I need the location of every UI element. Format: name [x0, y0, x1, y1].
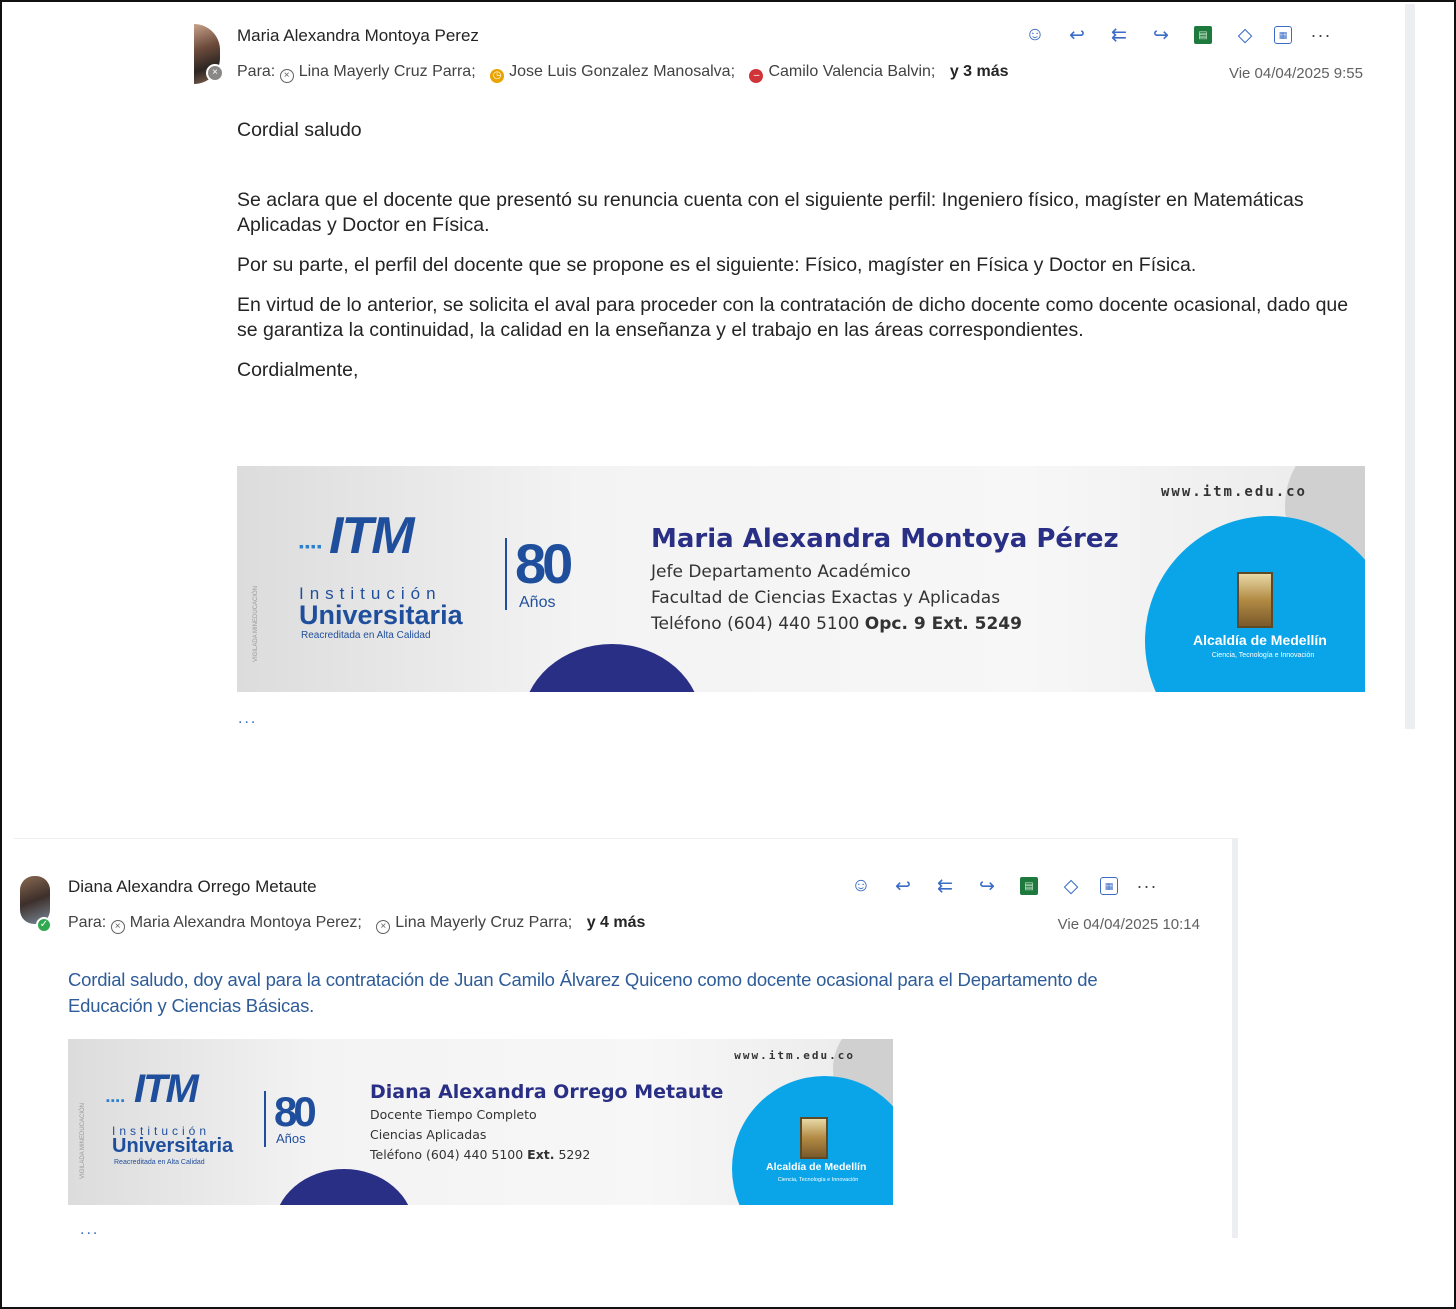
signature-name: Diana Alexandra Orrego Metaute: [370, 1081, 724, 1103]
sender-name[interactable]: Maria Alexandra Montoya Perez: [237, 26, 479, 46]
itm-logo-dots: ▪▪▪▪: [106, 1095, 126, 1107]
email-message-2: ✓ Diana Alexandra Orrego Metaute ☺ ↩ ⇇ ↪…: [14, 838, 1238, 1238]
blocked-icon: ×: [110, 920, 125, 934]
excel-icon[interactable]: ▤: [1020, 877, 1038, 895]
excel-icon[interactable]: ▤: [1194, 26, 1212, 44]
greeting: Cordial saludo: [237, 119, 362, 141]
paragraph: Por su parte, el perfil del docente que …: [237, 254, 1197, 276]
signature-banner: VIGILADA MINEDUCACIÓN www.itm.edu.co ▪▪▪…: [68, 1039, 893, 1205]
recipients-line: Para: × Lina Mayerly Cruz Parra; ◷ Jose Lu…: [237, 63, 1009, 83]
vertical-mark: VIGILADA MINEDUCACIÓN: [80, 1102, 86, 1179]
message-body: Cordial saludo Se aclara que el docente …: [237, 118, 1357, 398]
more-recipients-link[interactable]: y 3 más: [950, 63, 1009, 80]
recipient[interactable]: – Camilo Valencia Balvin;: [749, 63, 935, 83]
signature-name: Maria Alexandra Montoya Pérez: [651, 524, 1119, 554]
medellin-shield-icon: [1237, 572, 1273, 628]
busy-icon: –: [749, 69, 764, 83]
alcaldia-text: Alcaldía de Medellín: [766, 1161, 867, 1173]
apps-icon[interactable]: ▦: [1274, 26, 1292, 44]
message-date: Vie 04/04/2025 9:55: [1228, 65, 1363, 82]
alcaldia-text: Alcaldía de Medellín: [1193, 632, 1327, 648]
forward-icon[interactable]: ↪: [974, 873, 1000, 899]
email-message-1: × Maria Alexandra Montoya Perez ☺ ↩ ⇇ ↪ …: [190, 4, 1415, 729]
vertical-mark: VIGILADA MINEDUCACIÓN: [253, 585, 259, 662]
presence-offline-icon: ×: [206, 64, 224, 82]
paragraph: Se aclara que el docente que presentó su…: [237, 189, 1304, 236]
closing: Cordialmente,: [237, 359, 359, 381]
itm-logo: ITM: [134, 1067, 199, 1111]
alcaldia-subtext: Ciencia, Tecnología e Innovación: [1211, 652, 1315, 659]
recipient[interactable]: × Lina Mayerly Cruz Parra;: [376, 914, 572, 934]
medellin-shield-icon: [800, 1117, 828, 1159]
more-icon[interactable]: ···: [1134, 873, 1160, 899]
itm-logo-dots: ▪▪▪▪: [299, 538, 323, 554]
smiley-icon[interactable]: ☺: [848, 873, 874, 899]
alcaldia-subtext: Ciencia, Tecnología e Innovación: [777, 1177, 859, 1183]
recipient[interactable]: × Maria Alexandra Montoya Perez;: [110, 914, 362, 934]
message-body: Cordial saludo, doy aval para la contrat…: [68, 969, 1098, 1016]
reply-all-icon[interactable]: ⇇: [1106, 22, 1132, 48]
apps-icon[interactable]: ▦: [1100, 877, 1118, 895]
decor-shape: [274, 1169, 414, 1205]
signature-faculty: Ciencias Aplicadas: [370, 1127, 487, 1142]
smiley-icon[interactable]: ☺: [1022, 22, 1048, 48]
anniversary-label: Años: [276, 1131, 306, 1146]
more-icon[interactable]: ···: [1308, 22, 1334, 48]
away-clock-icon: ◷: [490, 69, 505, 83]
sender-name[interactable]: Diana Alexandra Orrego Metaute: [68, 877, 317, 897]
paragraph: En virtud de lo anterior, se solicita el…: [237, 294, 1349, 341]
reply-icon[interactable]: ↩: [890, 873, 916, 899]
reply-icon[interactable]: ↩: [1064, 22, 1090, 48]
message-toolbar: ☺ ↩ ⇇ ↪ ▤ ◇ ▦ ···: [848, 873, 1160, 899]
universitaria-text: Universitaria: [112, 1135, 234, 1157]
signature-banner: VIGILADA MINEDUCACIÓN www.itm.edu.co ▪▪▪…: [237, 466, 1365, 692]
anniversary-number: 80: [274, 1088, 317, 1135]
loop-icon[interactable]: ◇: [1232, 22, 1258, 48]
presence-available-icon: ✓: [36, 917, 52, 933]
anniversary-number: 80: [515, 532, 573, 595]
recipient[interactable]: ◷ Jose Luis Gonzalez Manosalva;: [490, 63, 735, 83]
decor-shape: [522, 644, 702, 692]
website-url: www.itm.edu.co: [734, 1049, 855, 1062]
more-recipients-link[interactable]: y 4 más: [587, 914, 646, 931]
itm-logo: ITM: [329, 507, 415, 565]
signature-faculty: Facultad de Ciencias Exactas y Aplicadas: [651, 588, 1001, 608]
to-label: Para:: [68, 914, 107, 931]
divider: [264, 1091, 266, 1147]
recipients-line: Para: × Maria Alexandra Montoya Perez; × L…: [68, 914, 645, 934]
signature-title: Jefe Departamento Académico: [651, 562, 911, 582]
blocked-icon: ×: [376, 920, 391, 934]
divider: [505, 538, 507, 610]
to-label: Para:: [237, 63, 276, 80]
website-url: www.itm.edu.co: [1160, 484, 1307, 500]
show-trimmed-content-button[interactable]: ...: [238, 710, 257, 728]
loop-icon[interactable]: ◇: [1058, 873, 1084, 899]
signature-title: Docente Tiempo Completo: [370, 1107, 537, 1122]
recipient[interactable]: × Lina Mayerly Cruz Parra;: [279, 63, 476, 83]
message-toolbar: ☺ ↩ ⇇ ↪ ▤ ◇ ▦ ···: [1022, 22, 1334, 48]
anniversary-label: Años: [519, 594, 556, 611]
signature-phone: Teléfono (604) 440 5100 Ext. 5292: [370, 1147, 591, 1162]
reply-all-icon[interactable]: ⇇: [932, 873, 958, 899]
reacreditada-text: Reacreditada en Alta Calidad: [114, 1159, 205, 1166]
universitaria-text: Universitaria: [299, 600, 463, 630]
show-trimmed-content-button[interactable]: ...: [80, 1221, 99, 1239]
reacreditada-text: Reacreditada en Alta Calidad: [301, 630, 431, 641]
blocked-icon: ×: [279, 69, 294, 83]
signature-phone: Teléfono (604) 440 5100 Opc. 9 Ext. 5249: [651, 614, 1022, 634]
message-date: Vie 04/04/2025 10:14: [1057, 916, 1200, 933]
forward-icon[interactable]: ↪: [1148, 22, 1174, 48]
